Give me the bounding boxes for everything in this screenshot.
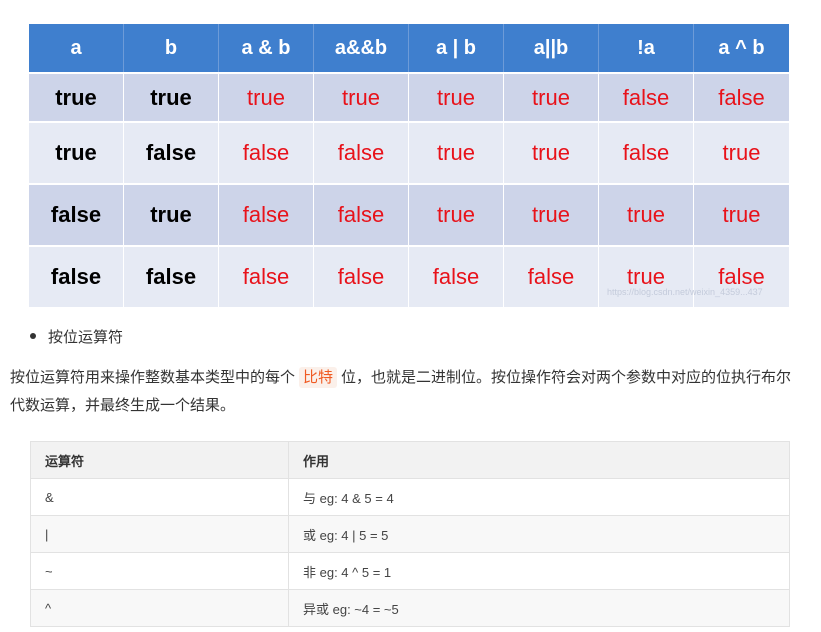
table-cell: true: [29, 72, 124, 121]
table-cell: false: [314, 121, 409, 183]
header-b: b: [124, 24, 219, 72]
table-cell: false: [694, 245, 789, 307]
table-cell: true: [694, 121, 789, 183]
table-cell: true: [409, 121, 504, 183]
table-cell: false: [599, 121, 694, 183]
table-row: false false false false false false true…: [29, 245, 789, 307]
header-a: a: [29, 24, 124, 72]
table-cell: false: [124, 121, 219, 183]
header-operator: 运算符: [30, 441, 289, 479]
header-function: 作用: [288, 441, 790, 479]
table-row: | 或 eg: 4 | 5 = 5: [30, 515, 790, 553]
header-xor: a ^ b: [694, 24, 789, 72]
truth-table-header-row: a b a & b a&&b a | b a||b !a a ^ b: [29, 24, 789, 72]
table-cell: &: [30, 478, 289, 516]
table-cell: false: [219, 183, 314, 245]
inline-code-highlight: 比特: [299, 367, 338, 388]
table-cell: ^: [30, 589, 289, 627]
table-cell: false: [29, 245, 124, 307]
table-cell: true: [504, 72, 599, 121]
table-cell: false: [219, 121, 314, 183]
table-cell: false: [694, 72, 789, 121]
table-cell: true: [29, 121, 124, 183]
table-cell: false: [409, 245, 504, 307]
table-cell: |: [30, 515, 289, 553]
paragraph-text-before: 按位运算符用来操作整数基本类型中的每个: [10, 369, 296, 386]
header-not-a: !a: [599, 24, 694, 72]
table-cell: ~: [30, 552, 289, 590]
table-cell: false: [504, 245, 599, 307]
table-row: ~ 非 eg: 4 ^ 5 = 1: [30, 552, 790, 590]
header-logical-and: a&&b: [314, 24, 409, 72]
table-cell: true: [504, 183, 599, 245]
table-cell: true: [599, 245, 694, 307]
bullet-dot-icon: [30, 333, 36, 340]
operator-table: 运算符 作用 & 与 eg: 4 & 5 = 4 | 或 eg: 4 | 5 =…: [30, 441, 790, 627]
table-cell: true: [599, 183, 694, 245]
description-paragraph: 按位运算符用来操作整数基本类型中的每个 比特 位，也就是二进制位。按位操作符会对两个…: [10, 364, 800, 420]
table-cell: true: [124, 72, 219, 121]
table-cell: false: [314, 245, 409, 307]
table-cell: false: [314, 183, 409, 245]
bullet-text: 按位运算符: [48, 329, 124, 346]
table-cell: 非 eg: 4 ^ 5 = 1: [288, 552, 790, 590]
header-logical-or: a||b: [504, 24, 599, 72]
table-cell: false: [219, 245, 314, 307]
table-cell: true: [409, 183, 504, 245]
header-or: a | b: [409, 24, 504, 72]
table-cell: true: [124, 183, 219, 245]
table-row: false true false false true true true tr…: [29, 183, 789, 245]
table-cell: false: [124, 245, 219, 307]
table-cell: false: [599, 72, 694, 121]
table-cell: true: [314, 72, 409, 121]
table-cell: 与 eg: 4 & 5 = 4: [288, 478, 790, 516]
table-row: true true true true true true false fals…: [29, 72, 789, 121]
table-row: & 与 eg: 4 & 5 = 4: [30, 478, 790, 516]
table-cell: true: [694, 183, 789, 245]
table-row: true false false false true true false t…: [29, 121, 789, 183]
table-row: ^ 异或 eg: ~4 = ~5: [30, 589, 790, 627]
table-cell: true: [409, 72, 504, 121]
truth-table: a b a & b a&&b a | b a||b !a a ^ b true …: [29, 24, 789, 307]
table-cell: false: [29, 183, 124, 245]
table-cell: 或 eg: 4 | 5 = 5: [288, 515, 790, 553]
table-cell: true: [504, 121, 599, 183]
header-and: a & b: [219, 24, 314, 72]
table-cell: 异或 eg: ~4 = ~5: [288, 589, 790, 627]
image-watermark: https://blog.csdn.net/weixin_4359...437: [607, 287, 763, 297]
bullet-item: 按位运算符: [30, 326, 123, 347]
operator-table-header-row: 运算符 作用: [30, 441, 790, 479]
table-cell: true: [219, 72, 314, 121]
